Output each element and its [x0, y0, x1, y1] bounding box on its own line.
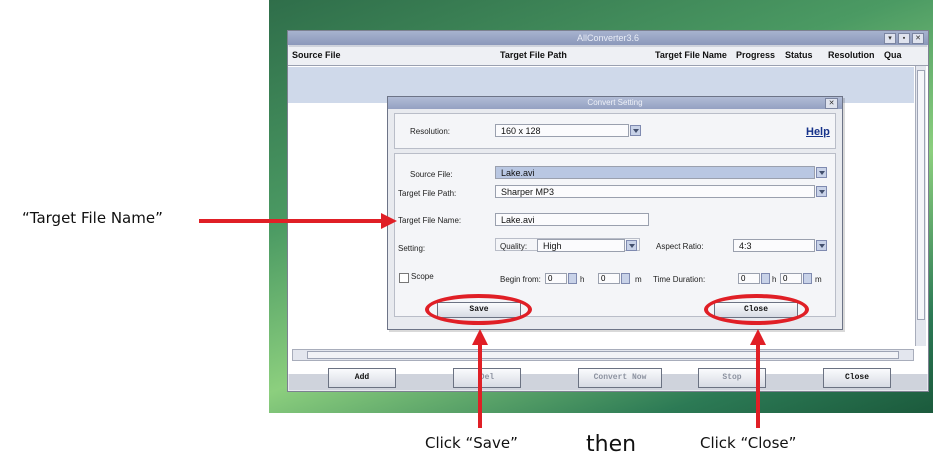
hours-unit: h	[580, 275, 585, 284]
window-title: AllConverter3.6	[576, 33, 640, 43]
column-progress[interactable]: Progress	[736, 50, 775, 60]
minutes-spin-icon[interactable]	[621, 273, 630, 284]
maximize-icon[interactable]: ▪	[898, 33, 910, 44]
close-highlight-ellipse	[704, 294, 809, 325]
scope-label: Scope	[411, 272, 434, 281]
chevron-down-icon[interactable]	[626, 240, 637, 251]
dialog-title-bar: Convert Setting ✕	[388, 97, 842, 109]
save-highlight-ellipse	[425, 294, 532, 325]
source-file-label: Source File:	[410, 170, 453, 179]
quality-select[interactable]: High	[537, 239, 625, 252]
minutes-spin-icon[interactable]	[803, 273, 812, 284]
arrow-up-icon	[472, 329, 488, 345]
duration-hours-input[interactable]: 0	[738, 273, 760, 284]
hours-unit: h	[772, 275, 777, 284]
aspect-ratio-select[interactable]: 4:3	[733, 239, 815, 252]
arrow-shaft	[199, 219, 385, 223]
hours-spin-icon[interactable]	[761, 273, 770, 284]
scroll-thumb[interactable]	[917, 70, 925, 320]
minutes-unit: m	[635, 275, 642, 284]
click-save-caption: Click “Save”	[425, 434, 518, 452]
help-link[interactable]: Help	[806, 126, 830, 138]
aspect-ratio-label: Aspect Ratio:	[656, 242, 704, 251]
minimize-icon[interactable]: ▾	[884, 33, 896, 44]
source-file-field[interactable]: Lake.avi	[495, 166, 815, 179]
close-icon[interactable]: ✕	[912, 33, 924, 44]
scope-checkbox[interactable]	[399, 273, 409, 283]
table-header: Source File Target File Path Target File…	[288, 47, 928, 66]
column-target-file-path[interactable]: Target File Path	[500, 50, 567, 60]
resolution-label: Resolution:	[410, 127, 451, 136]
hours-spin-icon[interactable]	[568, 273, 577, 284]
quality-label: Quality:	[500, 242, 528, 251]
target-file-path-label: Target File Path:	[398, 189, 457, 198]
column-resolution[interactable]: Resolution	[828, 50, 875, 60]
column-status[interactable]: Status	[785, 50, 813, 60]
scroll-thumb[interactable]	[307, 351, 899, 359]
target-file-name-field[interactable]: Lake.avi	[495, 213, 649, 226]
arrow-up-icon	[750, 329, 766, 345]
arrow-shaft	[756, 344, 760, 428]
horizontal-scrollbar[interactable]	[292, 349, 914, 361]
column-target-file-name[interactable]: Target File Name	[655, 50, 727, 60]
time-duration-label: Time Duration:	[653, 275, 706, 284]
window-controls: ▾ ▪ ✕	[884, 33, 924, 44]
begin-minutes-input[interactable]: 0	[598, 273, 620, 284]
click-close-caption: Click “Close”	[700, 434, 797, 452]
column-quality[interactable]: Qua	[884, 50, 902, 60]
target-file-path-field[interactable]: Sharper MP3	[495, 185, 815, 198]
chevron-down-icon[interactable]	[630, 125, 641, 136]
begin-from-label: Begin from:	[500, 275, 541, 284]
vertical-scrollbar[interactable]	[915, 66, 926, 346]
then-caption: then	[586, 432, 637, 457]
target-file-name-callout: “Target File Name”	[22, 209, 163, 227]
duration-minutes-input[interactable]: 0	[780, 273, 802, 284]
arrow-shaft	[478, 344, 482, 428]
minutes-unit: m	[815, 275, 822, 284]
del-button[interactable]: Del	[453, 368, 521, 388]
close-button[interactable]: Close	[823, 368, 891, 388]
dialog-close-icon[interactable]: ✕	[825, 98, 838, 109]
target-file-name-label: Target File Name:	[398, 216, 462, 225]
convert-now-button[interactable]: Convert Now	[578, 368, 662, 388]
chevron-down-icon[interactable]	[816, 240, 827, 251]
dialog-title: Convert Setting	[587, 98, 643, 107]
arrow-right-icon	[381, 213, 397, 229]
setting-label: Setting:	[398, 244, 426, 253]
resolution-select[interactable]: 160 x 128	[495, 124, 629, 137]
chevron-down-icon[interactable]	[816, 167, 827, 178]
column-source-file[interactable]: Source File	[292, 50, 341, 60]
chevron-down-icon[interactable]	[816, 186, 827, 197]
add-button[interactable]: Add	[328, 368, 396, 388]
window-title-bar: AllConverter3.6 ▾ ▪ ✕	[288, 31, 928, 45]
begin-hours-input[interactable]: 0	[545, 273, 567, 284]
